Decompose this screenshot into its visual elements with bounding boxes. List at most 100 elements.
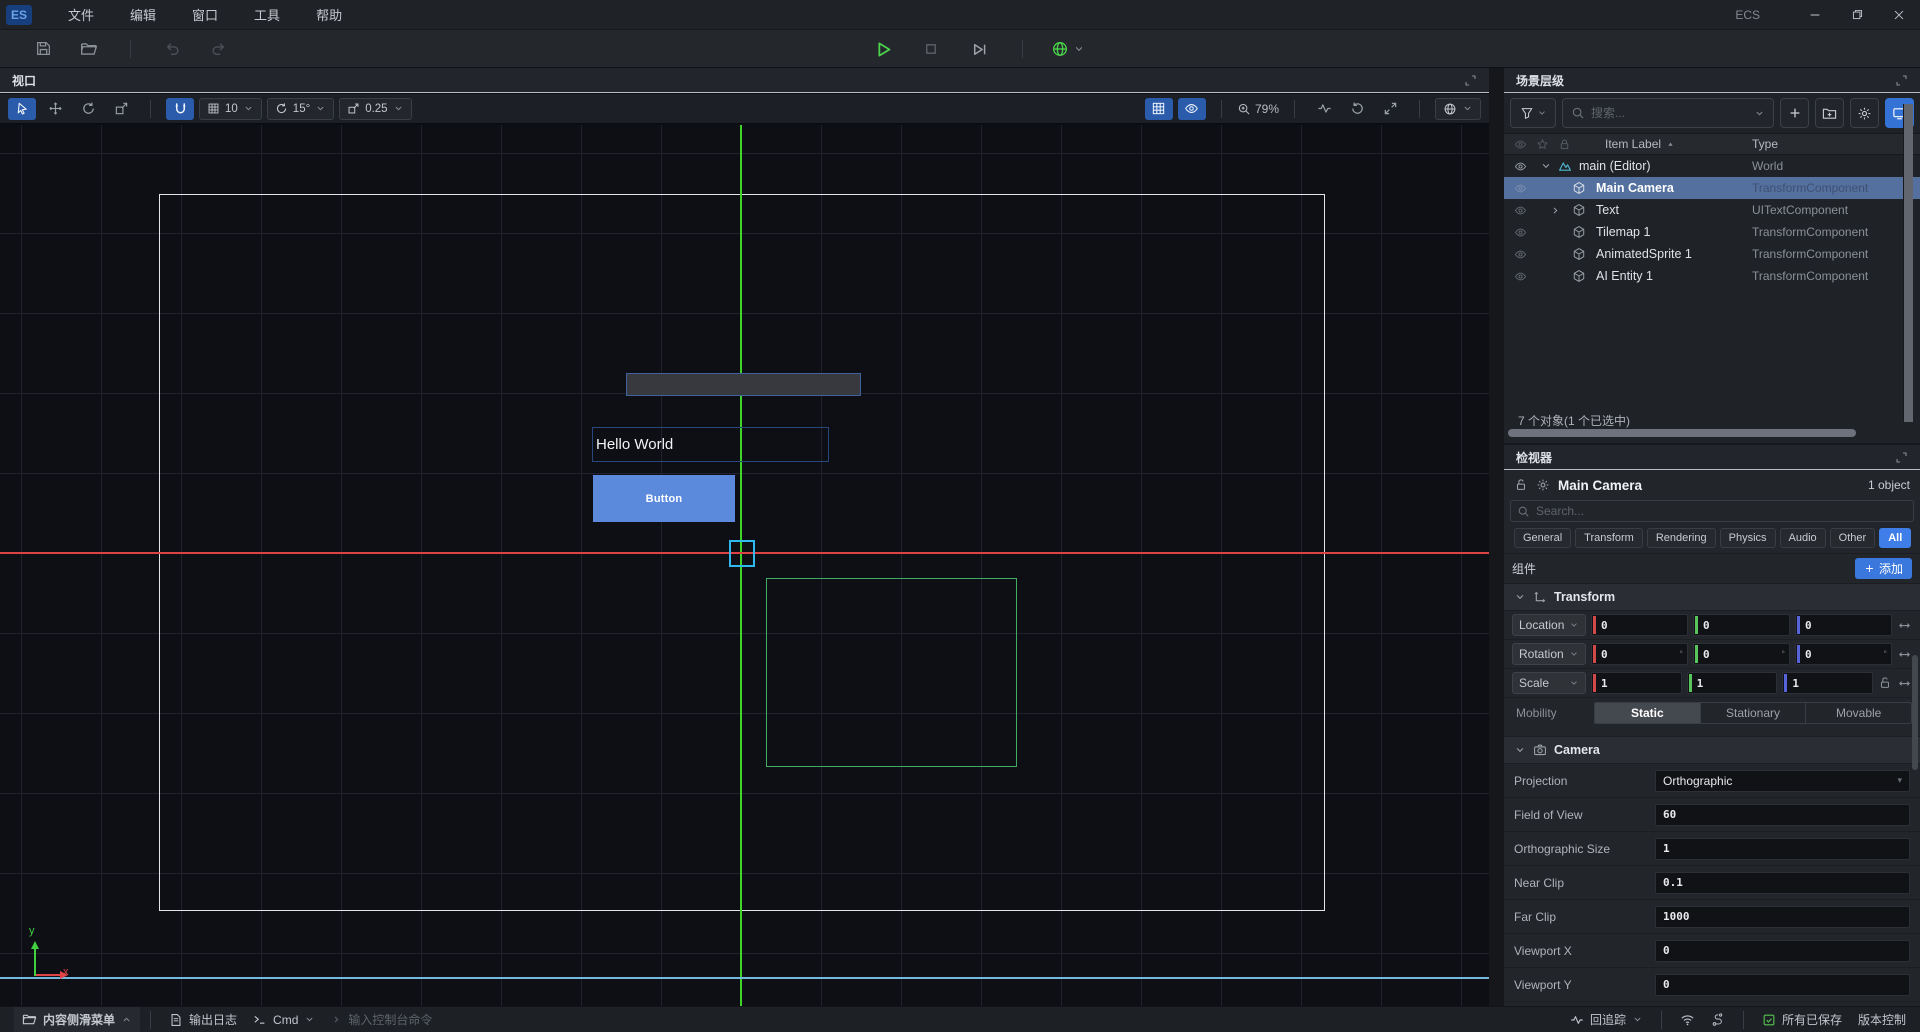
menu-edit[interactable]: 编辑: [112, 0, 174, 30]
star-icon[interactable]: [1536, 138, 1549, 151]
route-button[interactable]: [1703, 1007, 1733, 1032]
link-axes-icon[interactable]: [1897, 647, 1912, 662]
rotation-z-field[interactable]: °: [1795, 643, 1892, 665]
rotation-y-field[interactable]: °: [1693, 643, 1790, 665]
scene-canvas[interactable]: Hello World Button y x: [0, 125, 1489, 1006]
scale-dropdown[interactable]: Scale: [1512, 672, 1586, 694]
menu-tools[interactable]: 工具: [236, 0, 298, 30]
eye-icon[interactable]: [1514, 160, 1527, 173]
reset-view-button[interactable]: [1343, 98, 1371, 120]
undo-button[interactable]: [157, 36, 187, 62]
tree-row-text[interactable]: Text UITextComponent: [1504, 199, 1920, 221]
tab-physics[interactable]: Physics: [1720, 528, 1776, 548]
minimize-button[interactable]: [1794, 0, 1836, 30]
zoom-level[interactable]: 79%: [1237, 102, 1279, 116]
save-status[interactable]: 所有已保存: [1754, 1007, 1850, 1032]
tilemap-object[interactable]: [626, 373, 861, 396]
snap-toggle-button[interactable]: [166, 98, 194, 120]
mobility-movable[interactable]: Movable: [1806, 703, 1911, 723]
fullscreen-button[interactable]: [1376, 98, 1404, 120]
menu-help[interactable]: 帮助: [298, 0, 360, 30]
link-axes-icon[interactable]: [1897, 618, 1912, 633]
camera-section-header[interactable]: Camera: [1504, 736, 1920, 764]
app-logo[interactable]: ES: [6, 5, 32, 25]
tab-general[interactable]: General: [1514, 528, 1571, 548]
hierarchy-settings-button[interactable]: [1850, 98, 1879, 128]
console-command-input[interactable]: 输入控制台命令: [323, 1007, 440, 1032]
rotation-dropdown[interactable]: Rotation: [1512, 643, 1586, 665]
hierarchy-search[interactable]: [1562, 98, 1774, 128]
column-item-label[interactable]: Item Label: [1605, 137, 1676, 151]
angle-snap-dropdown[interactable]: 15°: [267, 98, 334, 120]
version-control-button[interactable]: 版本控制: [1850, 1007, 1914, 1032]
menu-window[interactable]: 窗口: [174, 0, 236, 30]
gear-icon[interactable]: [1536, 478, 1550, 492]
mobility-stationary[interactable]: Stationary: [1701, 703, 1807, 723]
maximize-panel-icon[interactable]: [1464, 74, 1477, 87]
chevron-down-icon[interactable]: [1540, 160, 1552, 172]
scale-y-field[interactable]: [1687, 672, 1778, 694]
tree-row-main-camera[interactable]: Main Camera TransformComponent: [1504, 177, 1920, 199]
content-drawer-button[interactable]: 内容侧滑菜单: [14, 1007, 140, 1032]
location-z-field[interactable]: [1795, 614, 1892, 636]
show-grid-button[interactable]: [1145, 98, 1173, 120]
text-object[interactable]: Hello World: [592, 427, 829, 462]
visibility-button[interactable]: [1178, 98, 1206, 120]
stats-button[interactable]: [1310, 98, 1338, 120]
column-type[interactable]: Type: [1752, 137, 1778, 151]
step-button[interactable]: [964, 36, 994, 62]
network-status-button[interactable]: [1672, 1007, 1703, 1032]
maximize-button[interactable]: [1836, 0, 1878, 30]
run-target-dropdown[interactable]: [1051, 40, 1085, 58]
button-object[interactable]: Button: [593, 475, 735, 522]
tree-row-animatedsprite[interactable]: AnimatedSprite 1 TransformComponent: [1504, 243, 1920, 265]
field-of-view-field[interactable]: [1655, 804, 1910, 826]
tree-row-main[interactable]: main (Editor) World: [1504, 155, 1920, 177]
viewport-header[interactable]: 视口: [0, 68, 1489, 93]
lock-icon[interactable]: [1558, 138, 1571, 151]
eye-icon[interactable]: [1514, 270, 1527, 283]
rotate-tool-button[interactable]: [74, 98, 102, 120]
eye-icon[interactable]: [1514, 248, 1527, 261]
eye-icon[interactable]: [1514, 138, 1527, 151]
add-entity-button[interactable]: [1780, 98, 1809, 128]
maximize-panel-icon[interactable]: [1895, 74, 1908, 87]
mobility-static[interactable]: Static: [1595, 703, 1701, 723]
open-button[interactable]: [74, 36, 104, 62]
chevron-down-icon[interactable]: [1514, 591, 1526, 603]
projection-select[interactable]: Orthographic ▾: [1655, 770, 1910, 792]
tab-rendering[interactable]: Rendering: [1647, 528, 1716, 548]
hierarchy-header[interactable]: 场景层级: [1504, 68, 1920, 93]
play-button[interactable]: [868, 36, 898, 62]
tab-transform[interactable]: Transform: [1575, 528, 1643, 548]
eye-icon[interactable]: [1514, 182, 1527, 195]
tree-row-tilemap[interactable]: Tilemap 1 TransformComponent: [1504, 221, 1920, 243]
maximize-panel-icon[interactable]: [1895, 451, 1908, 464]
viewport-x-field[interactable]: [1655, 940, 1910, 962]
world-dropdown[interactable]: [1435, 98, 1481, 120]
tab-audio[interactable]: Audio: [1780, 528, 1826, 548]
orthographic-size-field[interactable]: [1655, 838, 1910, 860]
scale-x-field[interactable]: [1591, 672, 1682, 694]
tree-row-ai-entity[interactable]: AI Entity 1 TransformComponent: [1504, 265, 1920, 287]
close-button[interactable]: [1878, 0, 1920, 30]
lock-open-icon[interactable]: [1514, 478, 1528, 492]
filter-button[interactable]: [1510, 98, 1556, 128]
inspector-search-input[interactable]: [1536, 504, 1907, 518]
tab-other[interactable]: Other: [1830, 528, 1876, 548]
redo-button[interactable]: [203, 36, 233, 62]
viewport-y-field[interactable]: [1655, 974, 1910, 996]
lock-open-icon[interactable]: [1878, 676, 1892, 690]
scale-z-field[interactable]: [1782, 672, 1873, 694]
horizontal-scrollbar[interactable]: [1508, 429, 1856, 437]
save-button[interactable]: [28, 36, 58, 62]
location-dropdown[interactable]: Location: [1512, 614, 1586, 636]
inspector-header[interactable]: 检视器: [1504, 445, 1920, 470]
grid-snap-dropdown[interactable]: 10: [199, 98, 262, 120]
location-y-field[interactable]: [1693, 614, 1790, 636]
hierarchy-search-input[interactable]: [1591, 106, 1748, 120]
link-axes-icon[interactable]: [1897, 676, 1912, 691]
location-x-field[interactable]: [1591, 614, 1688, 636]
chevron-right-icon[interactable]: [1550, 205, 1561, 216]
output-log-button[interactable]: 输出日志: [161, 1007, 245, 1032]
